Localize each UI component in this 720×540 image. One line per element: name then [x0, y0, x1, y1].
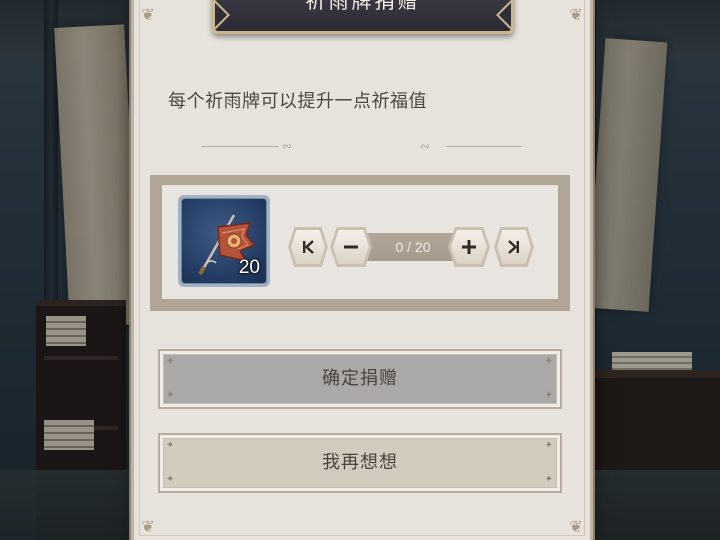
divider-ornament-left: ∾ [202, 139, 312, 153]
item-slot-inner: 20 [181, 198, 267, 284]
item-selection-frame: 20 0 / 20 [150, 175, 570, 311]
dialog-title-plate: 祈雨牌捐赠 [212, 0, 514, 34]
confirm-donation-label: 确定捐赠 [322, 368, 398, 389]
cancel-button[interactable]: ✦ ✦ ✦ ✦ 我再想想 [158, 433, 562, 493]
corner-ornament-icon: ❦ [569, 517, 583, 536]
swirl-ornament-icon: ∾ [282, 139, 293, 153]
divider-ornament-right: ∾ [416, 139, 526, 153]
increase-quantity-button[interactable] [448, 227, 490, 267]
dialog-description: 每个祈雨牌可以提升一点祈福值 [168, 91, 427, 112]
minus-icon [344, 245, 358, 249]
corner-ornament-icon: ❦ [141, 5, 155, 24]
skip-to-max-icon [508, 240, 519, 254]
min-quantity-button[interactable] [288, 227, 328, 267]
corner-ornament-icon: ❦ [569, 5, 583, 24]
confirm-donation-button[interactable]: ✦ ✦ ✦ ✦ 确定捐赠 [158, 349, 562, 409]
item-count: 20 [238, 257, 260, 278]
skip-to-min-icon [303, 240, 314, 254]
plus-icon [462, 240, 476, 254]
swirl-ornament-icon: ∾ [420, 139, 431, 153]
quantity-stepper: 0 / 20 [288, 227, 534, 267]
dialog-title: 祈雨牌捐赠 [305, 0, 421, 13]
item-slot[interactable]: 20 [178, 195, 270, 287]
decrease-quantity-button[interactable] [330, 227, 372, 267]
corner-ornament-icon: ❦ [141, 517, 155, 536]
cancel-label: 我再想想 [322, 452, 398, 473]
max-quantity-button[interactable] [494, 227, 534, 267]
donation-dialog: ❦ ❦ ❦ ❦ 祈雨牌捐赠 每个祈雨牌可以提升一点祈福值 ∾ ∾ 20 0 / … [131, 0, 593, 540]
item-selection-panel: 20 0 / 20 [162, 185, 558, 299]
